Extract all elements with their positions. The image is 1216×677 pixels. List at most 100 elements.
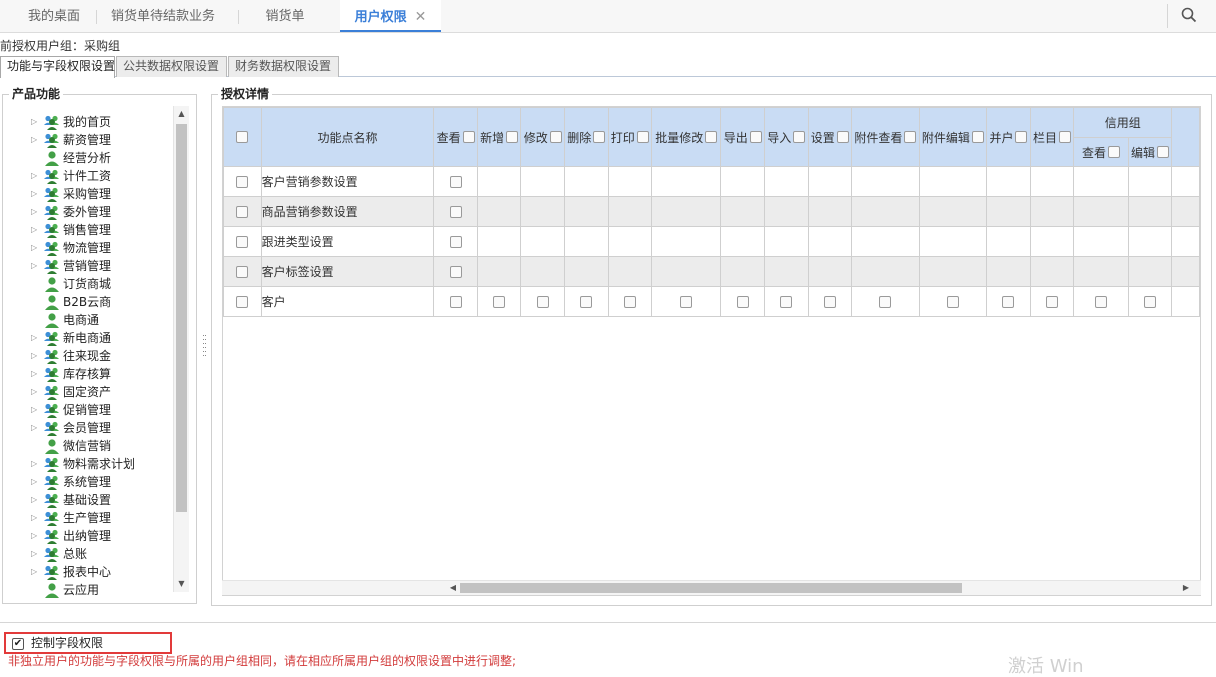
tree-item[interactable]: ▷ 生产管理 xyxy=(31,509,177,527)
permission-checkbox[interactable] xyxy=(449,206,462,218)
row-select-checkbox[interactable] xyxy=(236,206,249,218)
tree-item[interactable]: ▷ 系统管理 xyxy=(31,473,177,491)
column-checkbox[interactable] xyxy=(971,131,984,143)
scroll-up-icon[interactable]: ▲ xyxy=(174,106,189,122)
tab-sales-pending-payment[interactable]: 销货单待结款业务 xyxy=(100,0,226,32)
permission-checkbox[interactable] xyxy=(623,296,636,308)
tab-user-permissions[interactable]: 用户权限 ✕ xyxy=(340,0,441,32)
expand-arrow-icon[interactable]: ▷ xyxy=(31,221,41,239)
column-checkbox[interactable] xyxy=(904,131,917,143)
tree-item[interactable]: ▷ 薪资管理 xyxy=(31,131,177,149)
expand-arrow-icon[interactable]: ▷ xyxy=(31,257,41,275)
permission-checkbox[interactable] xyxy=(580,296,593,308)
expand-arrow-icon[interactable]: ▷ xyxy=(31,329,41,347)
tree-item[interactable]: ▷ 总账 xyxy=(31,545,177,563)
expand-arrow-icon[interactable]: ▷ xyxy=(31,167,41,185)
permission-checkbox[interactable] xyxy=(879,296,892,308)
tree-item[interactable]: ▷ 出纳管理 xyxy=(31,527,177,545)
expand-arrow-icon[interactable]: ▷ xyxy=(31,383,41,401)
expand-arrow-icon[interactable]: ▷ xyxy=(31,401,41,419)
expand-arrow-icon[interactable]: ▷ xyxy=(31,473,41,491)
tree-item[interactable]: 电商通 xyxy=(31,311,177,329)
table-row[interactable]: 客户 xyxy=(223,286,1200,317)
column-checkbox[interactable] xyxy=(506,131,519,143)
control-field-permission-label[interactable]: 控制字段权限 xyxy=(31,636,103,651)
expand-arrow-icon[interactable]: ▷ xyxy=(31,239,41,257)
column-checkbox[interactable] xyxy=(705,131,718,143)
permission-checkbox[interactable] xyxy=(1144,296,1157,308)
tab-my-desktop[interactable]: 我的桌面 xyxy=(18,0,90,32)
expand-arrow-icon[interactable]: ▷ xyxy=(31,509,41,527)
grid-scroll-thumb[interactable] xyxy=(460,583,962,593)
tree-item[interactable]: 经营分析 xyxy=(31,149,177,167)
column-checkbox[interactable] xyxy=(593,131,606,143)
expand-arrow-icon[interactable]: ▷ xyxy=(31,347,41,365)
tab-sales-order[interactable]: 销货单 xyxy=(252,0,318,32)
expand-arrow-icon[interactable]: ▷ xyxy=(31,131,41,149)
table-row[interactable]: 客户标签设置 xyxy=(223,256,1200,287)
panel-splitter-handle[interactable] xyxy=(203,334,207,360)
select-all-checkbox[interactable] xyxy=(236,131,249,143)
tree-item[interactable]: ▷ 计件工资 xyxy=(31,167,177,185)
scroll-right-icon[interactable]: ▶ xyxy=(1179,581,1193,595)
permission-checkbox[interactable] xyxy=(946,296,959,308)
tree-item[interactable]: ▷ 会员管理 xyxy=(31,419,177,437)
table-row[interactable]: 商品营销参数设置 xyxy=(223,196,1200,227)
tree-scrollbar[interactable]: ▲ ▼ xyxy=(173,106,189,592)
column-checkbox[interactable] xyxy=(1059,131,1071,143)
column-checkbox[interactable] xyxy=(836,131,849,143)
permission-checkbox[interactable] xyxy=(823,296,836,308)
column-checkbox[interactable] xyxy=(462,131,475,143)
permission-checkbox[interactable] xyxy=(449,296,462,308)
tree-item[interactable]: ▷ 库存核算 xyxy=(31,365,177,383)
tree-item[interactable]: ▷ 我的首页 xyxy=(31,113,177,131)
tree-item[interactable]: ▷ 委外管理 xyxy=(31,203,177,221)
row-select-checkbox[interactable] xyxy=(236,236,249,248)
tree-item[interactable]: ▷ 营销管理 xyxy=(31,257,177,275)
expand-arrow-icon[interactable]: ▷ xyxy=(31,185,41,203)
table-row[interactable]: 客户营销参数设置 xyxy=(223,166,1200,197)
expand-arrow-icon[interactable]: ▷ xyxy=(31,563,41,581)
search-icon[interactable] xyxy=(1180,6,1198,24)
permission-checkbox[interactable] xyxy=(493,296,506,308)
expand-arrow-icon[interactable]: ▷ xyxy=(31,455,41,473)
permission-checkbox[interactable] xyxy=(736,296,749,308)
expand-arrow-icon[interactable]: ▷ xyxy=(31,491,41,509)
expand-arrow-icon[interactable]: ▷ xyxy=(31,113,41,131)
tree-item[interactable]: B2B云商 xyxy=(31,293,177,311)
tree-item[interactable]: ▷ 往来现金 xyxy=(31,347,177,365)
column-checkbox[interactable] xyxy=(749,131,762,143)
expand-arrow-icon[interactable]: ▷ xyxy=(31,203,41,221)
row-select-checkbox[interactable] xyxy=(236,266,249,278)
scroll-left-icon[interactable]: ◀ xyxy=(446,581,460,595)
grid-horizontal-scrollbar[interactable]: ◀ ▶ xyxy=(222,580,1201,595)
close-icon[interactable]: ✕ xyxy=(415,9,427,25)
tab-function-field-permissions[interactable]: 功能与字段权限设置 xyxy=(0,56,115,78)
tree-item[interactable]: ▷ 固定资产 xyxy=(31,383,177,401)
tree-item[interactable]: 微信营销 xyxy=(31,437,177,455)
row-select-checkbox[interactable] xyxy=(236,176,249,188)
permission-checkbox[interactable] xyxy=(680,296,693,308)
tree-item[interactable]: ▷ 基础设置 xyxy=(31,491,177,509)
tree-item[interactable]: ▷ 采购管理 xyxy=(31,185,177,203)
tab-finance-data-permissions[interactable]: 财务数据权限设置 xyxy=(228,56,339,77)
column-checkbox[interactable] xyxy=(636,131,649,143)
permission-checkbox[interactable] xyxy=(449,176,462,188)
table-row[interactable]: 跟进类型设置 xyxy=(223,226,1200,257)
column-checkbox[interactable] xyxy=(1015,131,1028,143)
expand-arrow-icon[interactable]: ▷ xyxy=(31,545,41,563)
tree-scroll-thumb[interactable] xyxy=(176,124,187,512)
tree-item[interactable]: ▷ 物料需求计划 xyxy=(31,455,177,473)
permission-checkbox[interactable] xyxy=(1095,296,1108,308)
scroll-down-icon[interactable]: ▼ xyxy=(174,576,189,592)
credit-group-checkbox[interactable] xyxy=(1157,146,1170,158)
permission-checkbox[interactable] xyxy=(536,296,549,308)
permission-checkbox[interactable] xyxy=(780,296,793,308)
column-checkbox[interactable] xyxy=(793,131,806,143)
tree-item[interactable]: ▷ 物流管理 xyxy=(31,239,177,257)
permission-checkbox[interactable] xyxy=(1045,296,1058,308)
expand-arrow-icon[interactable]: ▷ xyxy=(31,419,41,437)
tree-item[interactable]: ▷ 新电商通 xyxy=(31,329,177,347)
tree-item[interactable]: ▷ 销售管理 xyxy=(31,221,177,239)
credit-group-checkbox[interactable] xyxy=(1108,146,1121,158)
